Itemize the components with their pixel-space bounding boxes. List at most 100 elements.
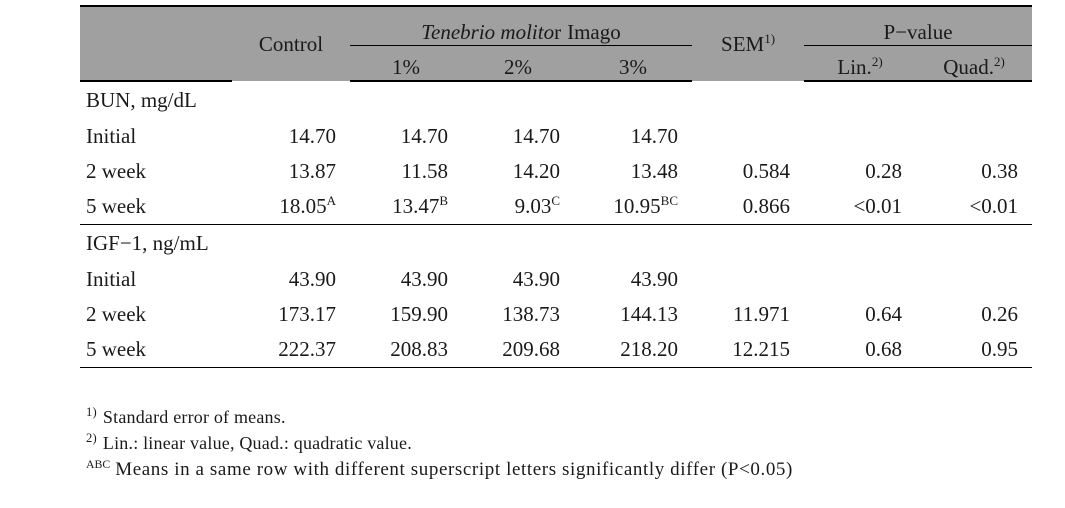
header-treatment-group: Tenebrio molitor Imago [350,5,693,46]
table-cell: 0.38 [916,154,1032,189]
cell-value: 0.64 [865,302,903,326]
table-cell: 0.95 [916,332,1033,368]
table-cell [916,262,1032,297]
table-row: 2 week 173.17 159.90 138.73 144.13 11.971 0.64… [80,297,1032,332]
footnote-text: Lin.: linear value, Quad.: quadratic val… [102,433,412,453]
table-cell: 12.215 [692,332,805,368]
cell-value: 0.28 [865,159,903,183]
table-cell: 10.95BC [574,189,692,225]
footnote-marker: 2) [86,431,97,445]
table-cell: 13.48 [574,154,692,189]
cell-value: 18.05 [279,194,327,218]
table-cell [692,262,804,297]
table-cell: 138.73 [462,297,574,332]
table-cell: 13.87 [232,154,350,189]
table-cell: 0.28 [804,154,916,189]
cell-value: 14.70 [400,124,448,148]
cell-value: 10.95 [613,194,661,218]
cell-value: 0.95 [981,337,1019,361]
footnote: 1) Standard error of means. [86,405,1046,427]
row-label: Initial [86,124,137,148]
cell-value: 159.90 [390,302,448,326]
table-cell: 0.26 [916,297,1032,332]
cell-value: 208.83 [390,337,448,361]
table-cell: 0.68 [804,332,917,368]
quadratic-footnote-marker: 2) [993,54,1005,69]
cell-value: 138.73 [502,302,560,326]
table-row: 2 week 13.87 11.58 14.20 13.48 0.584 0.28 0.38 [80,154,1032,189]
table-row: 5 week 222.37 208.83 209.68 218.20 12.215 0.68… [80,332,1033,368]
cell-value: 0.866 [742,194,791,218]
table-cell: <0.01 [916,189,1032,225]
table-row: Initial 43.90 43.90 43.90 43.90 [80,262,1032,297]
footnote-marker: ABC [86,457,111,471]
table-cell: 43.90 [574,262,692,297]
table-cell: 0.866 [692,189,804,225]
header-corner-blank [80,5,232,46]
table-cell: 0.64 [804,297,916,332]
header-level-3pct: 3% [574,45,693,82]
cell-value: 11.971 [733,302,791,326]
header-sem: SEM1) [692,5,805,81]
cell-value: 12.215 [732,337,791,361]
table-cell [692,119,804,154]
header-linear: Lin.2) [804,45,917,82]
imago-label: Imago [567,20,621,44]
row-label: 2 week [86,159,147,183]
table-cell: 14.70 [574,119,692,154]
cell-value: 0.26 [981,302,1019,326]
table-cell: 9.03C [462,189,574,225]
species-name: Tenebrio molito [421,20,555,44]
results-table: Control Tenebrio molitor Imago SEM1) P−va… [80,5,1033,368]
cell-value: 13.47 [392,194,440,218]
cell-value: 0.584 [742,159,791,183]
cell-value: 209.68 [502,337,560,361]
row-label: 5 week [86,194,147,218]
table-page: Control Tenebrio molitor Imago SEM1) P−va… [0,0,1065,508]
table-cell: 218.20 [574,332,693,368]
table-cell: 208.83 [350,332,462,368]
table-header: Control Tenebrio molitor Imago SEM1) P−va… [80,5,1033,82]
table-cell: 43.90 [462,262,574,297]
table-cell: 0.584 [692,154,804,189]
footnote: 2) Lin.: linear value, Quad.: quadratic v… [86,431,1046,453]
cell-value: 173.17 [278,302,336,326]
row-label: 2 week [86,302,147,326]
linear-footnote-marker: 2) [871,54,883,69]
sem-label: SEM [721,31,765,56]
header-level-1pct: 1% [350,45,462,82]
cell-value: 14.20 [512,159,560,183]
table-cell: 222.37 [232,332,350,368]
cell-value: 43.90 [512,267,560,291]
table-cell: 11.971 [692,297,804,332]
table-body: BUN, mg/dL Initial 14.70 14.70 14.70 14.70 2 w… [80,81,1033,368]
table-cell: 14.70 [350,119,462,154]
cell-value: 13.48 [630,159,679,183]
table-cell: 173.17 [232,297,350,332]
section-title: BUN, mg/dL [86,88,197,112]
table-cell: 209.68 [462,332,574,368]
footnote-text: Standard error of means. [102,407,286,427]
table-cell [804,262,916,297]
footnotes: 1) Standard error of means. 2) Lin.: linear… [86,405,1046,487]
cell-value: 13.87 [288,159,336,183]
cell-value: <0.01 [853,194,903,218]
cell-superscript: A [326,193,336,208]
row-label: 5 week [80,332,232,368]
cell-superscript: B [439,193,448,208]
linear-label: Lin. [837,55,872,79]
section-header-row: IGF−1, ng/mL [80,224,1033,262]
cell-superscript: C [551,193,560,208]
header-pvalue: P−value [804,5,1033,46]
quadratic-label: Quad. [943,55,994,79]
cell-value: <0.01 [969,194,1019,218]
cell-superscript: BC [660,193,679,208]
table-cell: <0.01 [804,189,916,225]
table-cell: 18.05A [232,189,350,225]
table-cell: 43.90 [232,262,350,297]
cell-value: 0.38 [981,159,1019,183]
header-level-2pct: 2% [462,45,574,82]
cell-value: 14.70 [512,124,560,148]
cell-value: 43.90 [630,267,679,291]
footnote-marker: 1) [86,405,97,419]
